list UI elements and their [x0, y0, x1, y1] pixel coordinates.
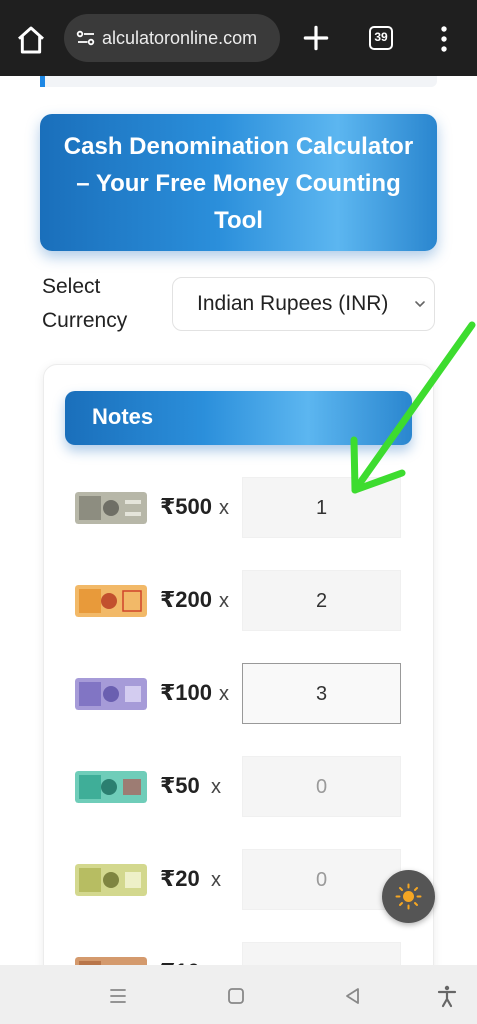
denomination-label: ₹200: [160, 587, 213, 612]
denomination-row-20: ₹20 x 0: [75, 849, 405, 911]
quantity-input[interactable]: 2: [242, 570, 401, 631]
note-50-image: [75, 771, 147, 803]
accessibility-icon[interactable]: [435, 984, 459, 1008]
note-200-image: [75, 585, 147, 617]
back-icon[interactable]: [341, 984, 365, 1008]
tab-count: 39: [374, 30, 388, 44]
theme-toggle-button[interactable]: [382, 870, 435, 923]
denomination-label: ₹100: [160, 680, 213, 705]
multiply-sign: x: [219, 590, 229, 612]
note-20-image: [75, 864, 147, 896]
home-square-icon[interactable]: [224, 984, 248, 1008]
address-bar[interactable]: alculatoronline.com: [64, 14, 280, 62]
multiply-sign: x: [219, 683, 229, 705]
multiply-sign: x: [211, 869, 221, 891]
home-icon[interactable]: [15, 24, 47, 56]
quantity-input[interactable]: 3: [242, 663, 401, 724]
currency-label: Select Currency: [42, 275, 128, 332]
denomination-label: ₹50: [160, 773, 200, 798]
currency-selected-value: Indian Rupees (INR): [197, 292, 389, 315]
tabs-icon[interactable]: 39: [369, 26, 393, 50]
menu-icon[interactable]: [436, 24, 452, 54]
chevron-down-icon: [415, 301, 425, 308]
denomination-row-200: ₹200 x 2: [75, 570, 405, 632]
quantity-input[interactable]: 0: [242, 756, 401, 817]
page-title: Cash Denomination Calculator – Your Free…: [63, 133, 414, 234]
notes-title: Notes: [92, 404, 154, 429]
note-500-image: [75, 492, 147, 524]
url-text: alculatoronline.com: [102, 28, 258, 48]
previous-section-strip: [40, 76, 437, 87]
page-title-banner: Cash Denomination Calculator – Your Free…: [40, 114, 437, 251]
denomination-row-50: ₹50 x 0: [75, 756, 405, 818]
multiply-sign: x: [211, 776, 221, 798]
browser-toolbar: alculatoronline.com 39: [0, 0, 477, 76]
sun-icon: [395, 883, 422, 910]
plus-icon[interactable]: [300, 22, 332, 54]
quantity-input[interactable]: 0: [242, 849, 401, 910]
strip-accent: [40, 76, 45, 87]
multiply-sign: x: [219, 497, 229, 519]
annotation-arrow: [350, 321, 476, 494]
system-navigation-bar: [0, 965, 477, 1024]
denomination-label: ₹20: [160, 866, 200, 891]
denomination-row-100: ₹100 x 3: [75, 663, 405, 725]
denomination-label: ₹500: [160, 494, 213, 519]
note-100-image: [75, 678, 147, 710]
site-settings-icon[interactable]: [74, 26, 98, 50]
recent-apps-icon[interactable]: [106, 984, 130, 1008]
